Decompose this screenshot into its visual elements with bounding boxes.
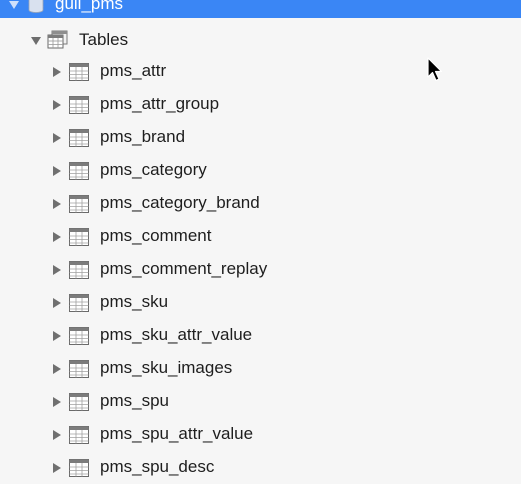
- tables-group-label: Tables: [79, 30, 129, 49]
- database-tree: guli_pms Tables pms_attr pms_attr_group …: [0, 0, 521, 484]
- table-name: pms_comment: [100, 226, 212, 245]
- table-icon: [69, 96, 89, 114]
- database-name: guli_pms: [55, 0, 124, 13]
- table-icon: [69, 459, 89, 477]
- table-icon: [69, 195, 89, 213]
- table-list: pms_attr pms_attr_group pms_brand pms_ca…: [0, 55, 521, 484]
- table-name: pms_spu_desc: [100, 457, 215, 476]
- table-name: pms_spu: [100, 391, 169, 410]
- disclosure-collapsed-icon[interactable]: [53, 463, 61, 473]
- table-item[interactable]: pms_category_brand: [0, 187, 521, 220]
- table-icon: [69, 426, 89, 444]
- table-item[interactable]: pms_comment_replay: [0, 253, 521, 286]
- table-item[interactable]: pms_category: [0, 154, 521, 187]
- tree-node-database[interactable]: guli_pms: [0, 0, 521, 18]
- disclosure-collapsed-icon[interactable]: [53, 397, 61, 407]
- table-item[interactable]: pms_sku_images: [0, 352, 521, 385]
- disclosure-collapsed-icon[interactable]: [53, 199, 61, 209]
- table-name: pms_attr: [100, 61, 167, 80]
- table-name: pms_sku: [100, 292, 169, 311]
- table-name: pms_spu_attr_value: [100, 424, 254, 443]
- table-icon: [69, 294, 89, 312]
- disclosure-expanded-icon[interactable]: [31, 37, 41, 45]
- disclosure-collapsed-icon[interactable]: [53, 67, 61, 77]
- disclosure-collapsed-icon[interactable]: [53, 298, 61, 308]
- database-icon: [28, 0, 44, 13]
- disclosure-collapsed-icon[interactable]: [53, 364, 61, 374]
- table-name: pms_sku_attr_value: [100, 325, 253, 344]
- disclosure-collapsed-icon[interactable]: [53, 166, 61, 176]
- table-item[interactable]: pms_brand: [0, 121, 521, 154]
- disclosure-collapsed-icon[interactable]: [53, 430, 61, 440]
- table-icon: [69, 360, 89, 378]
- table-name: pms_attr_group: [100, 94, 220, 113]
- table-item[interactable]: pms_sku: [0, 286, 521, 319]
- table-icon: [69, 393, 89, 411]
- table-item[interactable]: pms_comment: [0, 220, 521, 253]
- table-icon: [69, 261, 89, 279]
- table-name: pms_brand: [100, 127, 186, 146]
- table-icon: [69, 63, 89, 81]
- table-item[interactable]: pms_spu_desc: [0, 451, 521, 484]
- tree-node-tables[interactable]: Tables: [0, 25, 521, 55]
- table-name: pms_category_brand: [100, 193, 260, 212]
- mouse-cursor-icon: [427, 57, 443, 82]
- table-item[interactable]: pms_spu: [0, 385, 521, 418]
- table-name: pms_category: [100, 160, 207, 179]
- tables-folder-icon: [47, 30, 68, 49]
- table-item[interactable]: pms_sku_attr_value: [0, 319, 521, 352]
- disclosure-expanded-icon[interactable]: [9, 1, 19, 9]
- table-name: pms_sku_images: [100, 358, 233, 377]
- table-item[interactable]: pms_attr_group: [0, 88, 521, 121]
- disclosure-collapsed-icon[interactable]: [53, 265, 61, 275]
- table-icon: [69, 228, 89, 246]
- disclosure-collapsed-icon[interactable]: [53, 232, 61, 242]
- disclosure-collapsed-icon[interactable]: [53, 100, 61, 110]
- disclosure-collapsed-icon[interactable]: [53, 331, 61, 341]
- disclosure-collapsed-icon[interactable]: [53, 133, 61, 143]
- table-icon: [69, 162, 89, 180]
- table-icon: [69, 129, 89, 147]
- table-icon: [69, 327, 89, 345]
- table-item[interactable]: pms_spu_attr_value: [0, 418, 521, 451]
- table-name: pms_comment_replay: [100, 259, 268, 278]
